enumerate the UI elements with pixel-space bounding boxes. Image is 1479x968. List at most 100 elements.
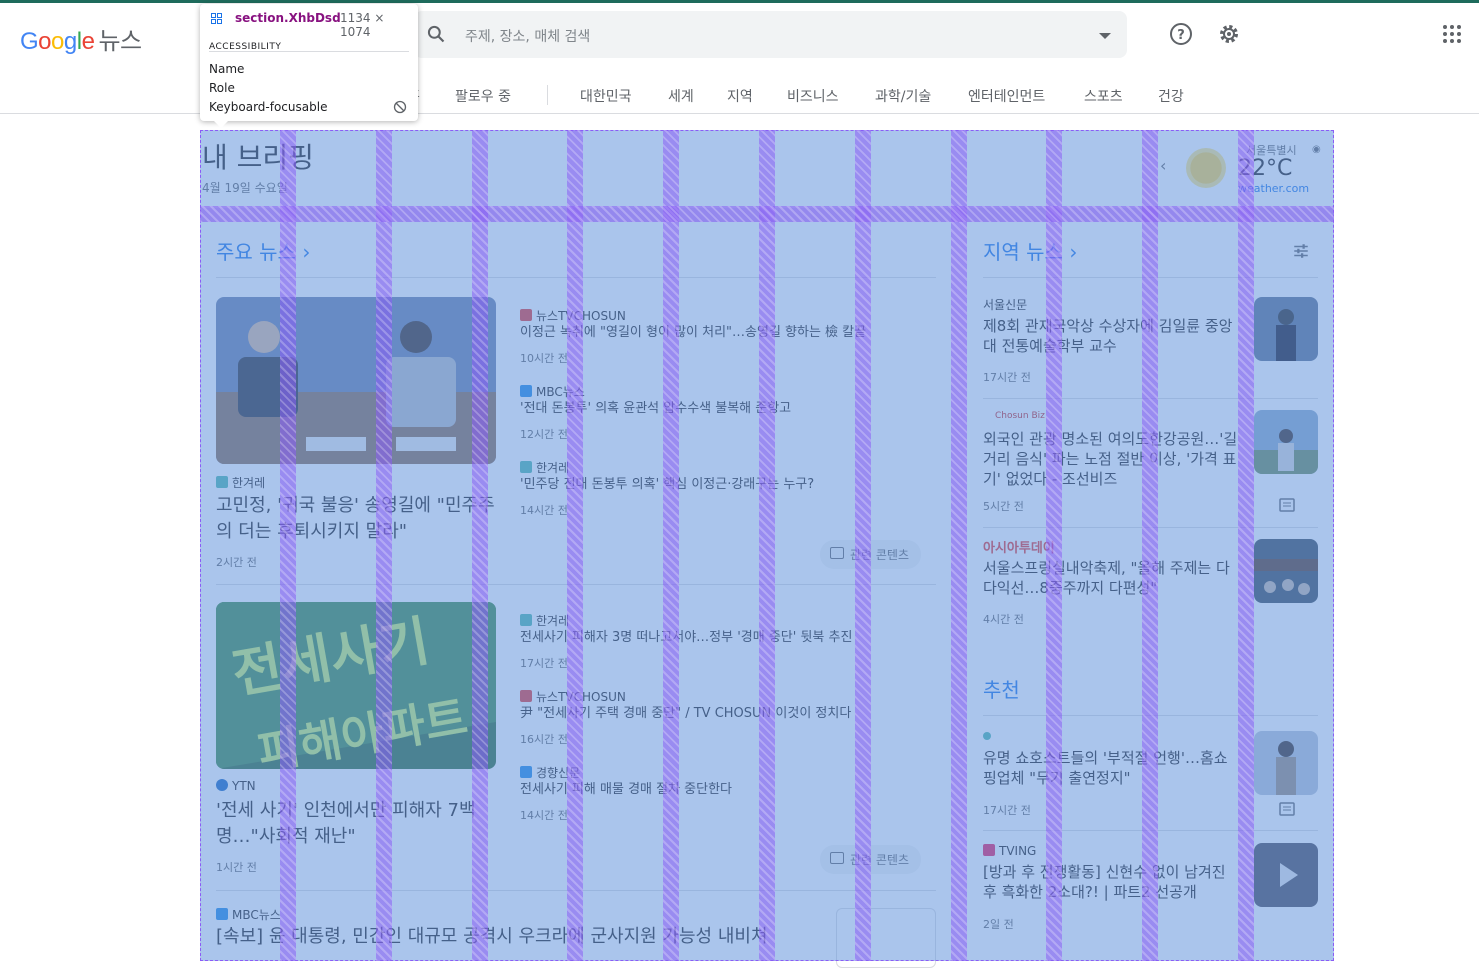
divider bbox=[983, 398, 1318, 399]
headline-link[interactable]: '민주당 전대 돈봉투 의혹' 핵심 이정근·강래구는 누구? bbox=[520, 476, 814, 494]
source-label: YTN bbox=[216, 779, 256, 793]
inspector-row-name: Name bbox=[209, 62, 245, 76]
section-divider bbox=[200, 208, 1334, 222]
divider bbox=[216, 277, 936, 278]
publisher-icon bbox=[520, 461, 532, 473]
publisher-icon bbox=[520, 690, 532, 702]
headline-link[interactable]: [속보] 윤 대통령, 민간인 대규모 공격시 우크라에 군사지원 가능성 내비… bbox=[216, 924, 816, 950]
settings-gear-icon[interactable] bbox=[1217, 22, 1241, 46]
nav-health[interactable]: 건강 bbox=[1158, 86, 1184, 106]
timestamp: 17시간 전 bbox=[520, 657, 568, 670]
nav-local[interactable]: 지역 bbox=[727, 86, 753, 106]
headline-link[interactable]: 외국인 관광 명소된 여의도한강공원…'길거리 음식' 파는 노점 절반 이상,… bbox=[983, 429, 1241, 489]
source-label: 뉴스TVCHOSUN bbox=[520, 307, 626, 324]
search-icon[interactable] bbox=[426, 24, 446, 44]
news-thumbnail[interactable] bbox=[1254, 731, 1318, 795]
related-content-icon bbox=[830, 547, 844, 559]
news-thumbnail[interactable] bbox=[1254, 410, 1318, 474]
related-content-icon[interactable] bbox=[1278, 497, 1296, 513]
search-box[interactable]: 주제, 장소, 매체 검색 bbox=[414, 11, 1127, 58]
search-placeholder: 주제, 장소, 매체 검색 bbox=[465, 29, 591, 45]
not-focusable-icon bbox=[393, 100, 407, 114]
apps-grid-icon[interactable] bbox=[1440, 22, 1464, 46]
publisher-icon bbox=[983, 844, 995, 856]
source-label: 아시아투데이 bbox=[983, 541, 1055, 556]
headline-link[interactable]: [방과 후 전쟁활동] 신현수 없이 남겨진 후 흑화한 2소대?! | 파트2… bbox=[983, 862, 1241, 902]
divider bbox=[216, 584, 936, 585]
chevron-right-icon: › bbox=[1069, 240, 1078, 264]
headline-link[interactable]: 서울스프링실내악축제, "올해 주제는 다다익선…8중주까지 다편성" bbox=[983, 558, 1241, 598]
source-label: MBC뉴스 bbox=[216, 906, 281, 923]
svg-text:?: ? bbox=[1177, 28, 1185, 43]
source-label bbox=[983, 728, 995, 742]
headline-link[interactable]: 유명 쇼호스트들의 '부적절 언행'…홈쇼핑업체 "무기 출연정지" bbox=[983, 748, 1241, 788]
broken-image-thumbnail[interactable] bbox=[836, 908, 936, 968]
page-title: 내 브리핑 bbox=[202, 141, 314, 174]
timestamp: 12시간 전 bbox=[520, 428, 568, 441]
headline-link[interactable]: '전대 돈봉투' 의혹 윤관석 압수수색 불복해 준항고 bbox=[520, 400, 791, 418]
divider bbox=[983, 715, 1318, 716]
source-label: 한겨레 bbox=[216, 474, 265, 491]
news-thumbnail[interactable] bbox=[1254, 297, 1318, 361]
timestamp: 5시간 전 bbox=[983, 500, 1024, 513]
video-thumbnail[interactable] bbox=[1254, 843, 1318, 907]
inspector-tooltip: section.XhbDsd 1134 × 1074 ACCESSIBILITY… bbox=[200, 4, 418, 128]
weather-widget[interactable]: ‹ 서울특별시 ◉ 22°C weather.com bbox=[1158, 140, 1328, 200]
divider bbox=[983, 277, 1318, 278]
news-photo-press-conference[interactable] bbox=[216, 297, 496, 464]
top-news-heading[interactable]: 주요 뉴스 › bbox=[216, 236, 310, 265]
related-content-button[interactable]: 관련 콘텐츠 bbox=[820, 845, 922, 874]
chevron-right-icon: › bbox=[302, 240, 311, 264]
recommended-heading[interactable]: 추천 bbox=[983, 674, 1020, 703]
weather-source-link[interactable]: weather.com bbox=[1238, 182, 1309, 195]
publisher-icon bbox=[520, 614, 532, 626]
help-icon[interactable]: ? bbox=[1169, 22, 1193, 46]
news-cluster: 전세사기 피해아파트 YTN '전세 사기' 인천에서만 피해자 7백 명…"사… bbox=[216, 602, 936, 892]
source-label: 경향신문 bbox=[520, 764, 580, 781]
publisher-icon bbox=[216, 476, 228, 488]
google-news-logo[interactable]: Google 뉴스 bbox=[20, 21, 142, 56]
inspector-selector: section.XhbDsd bbox=[235, 11, 341, 25]
divider bbox=[983, 527, 1318, 528]
related-content-icon[interactable] bbox=[1278, 801, 1296, 817]
publisher-icon bbox=[983, 732, 991, 740]
headline-link[interactable]: 전세사기 피해 매물 경매 절차 중단한다 bbox=[520, 781, 732, 799]
news-photo-jeonse-sign[interactable]: 전세사기 피해아파트 bbox=[216, 602, 496, 769]
related-content-icon bbox=[830, 852, 844, 864]
grid-layout-icon bbox=[211, 13, 222, 24]
headline-link[interactable]: 고민정, '귀국 불응' 송영길에 "민주주의 더는 후퇴시키지 말라" bbox=[216, 493, 501, 545]
timestamp: 10시간 전 bbox=[520, 352, 568, 365]
divider bbox=[983, 830, 1318, 831]
sunny-weather-icon bbox=[1186, 148, 1226, 188]
headline-link[interactable]: '전세 사기' 인천에서만 피해자 7백 명…"사회적 재난" bbox=[216, 798, 501, 850]
nav-following[interactable]: 팔로우 중 bbox=[455, 86, 511, 106]
nav-sports[interactable]: 스포츠 bbox=[1084, 86, 1123, 106]
tune-settings-icon[interactable] bbox=[1292, 242, 1310, 260]
news-thumbnail[interactable] bbox=[1254, 539, 1318, 603]
weather-temperature: 22°C bbox=[1238, 156, 1293, 181]
publisher-icon bbox=[520, 766, 532, 778]
nav-korea[interactable]: 대한민국 bbox=[580, 86, 632, 106]
headline-link[interactable]: 尹 "전세사기 주택 경매 중단" / TV CHOSUN 이것이 정치다 bbox=[520, 705, 851, 723]
nav-entertainment[interactable]: 엔터테인먼트 bbox=[968, 86, 1045, 106]
timestamp: 17시간 전 bbox=[983, 371, 1031, 384]
local-news-heading[interactable]: 지역 뉴스 › bbox=[983, 236, 1077, 265]
headline-link[interactable]: 전세사기 피해자 3명 떠나고서야…정부 '경매 중단' 뒷북 추진 bbox=[520, 629, 852, 647]
headline-link[interactable]: 이정근 녹취에 "영길이 형이 많이 처리"…송영길 향하는 檢 칼끝 bbox=[520, 324, 866, 342]
location-pin-icon[interactable]: ◉ bbox=[1312, 144, 1321, 155]
inspector-row-focusable: Keyboard-focusable bbox=[209, 100, 328, 114]
chevron-left-icon[interactable]: ‹ bbox=[1160, 156, 1166, 175]
source-label: Chosun Biz bbox=[995, 411, 1045, 421]
nav-science-tech[interactable]: 과학/기술 bbox=[875, 86, 931, 106]
headline-link[interactable]: 제8회 관재국악상 수상자에 김일륜 중앙대 전통예술학부 교수 bbox=[983, 316, 1241, 356]
publisher-icon bbox=[216, 908, 228, 920]
inspector-row-role: Role bbox=[209, 81, 235, 95]
nav-separator bbox=[547, 85, 548, 105]
related-content-button[interactable]: 관련 콘텐츠 bbox=[820, 540, 922, 569]
publisher-icon bbox=[520, 385, 532, 397]
inspector-dimensions: 1134 × 1074 bbox=[340, 11, 385, 39]
publisher-icon bbox=[216, 779, 228, 791]
nav-business[interactable]: 비즈니스 bbox=[787, 86, 839, 106]
search-dropdown-icon[interactable] bbox=[1099, 33, 1111, 39]
nav-world[interactable]: 세계 bbox=[668, 86, 694, 106]
